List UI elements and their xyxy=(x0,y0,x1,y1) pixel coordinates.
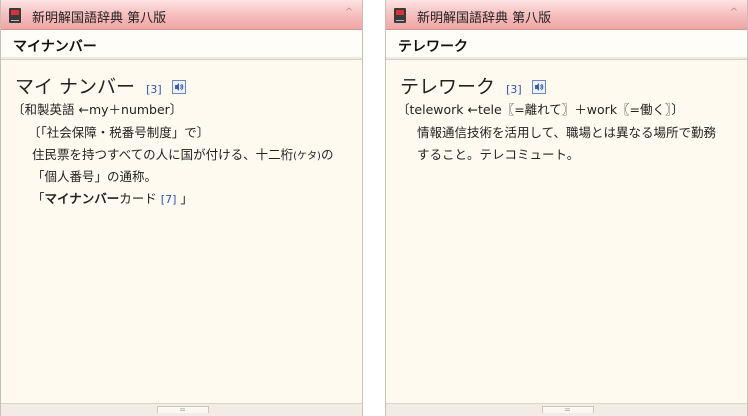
audio-play-icon[interactable] xyxy=(171,80,186,94)
headword-bar: テレワーク xyxy=(386,30,747,60)
app-title: 新明解国語辞典 第八版 xyxy=(32,11,167,26)
collapse-button[interactable]: ^ xyxy=(727,6,741,20)
definition-line-1: 情報通信技術を活用して、職場とは異なる場所で勤務 xyxy=(417,125,717,140)
etymology: 〔telework ←tele〖=離れて〗＋work〖=働く〗〕 xyxy=(397,102,684,117)
usage-note: 〔「社会保障・税番号制度」で〕 xyxy=(28,125,210,140)
dictionary-book-icon xyxy=(394,8,406,23)
definition-line-2: 「個人番号」の通称。 xyxy=(32,169,158,184)
reading: (ケタ) xyxy=(293,151,321,162)
audio-play-icon[interactable] xyxy=(531,80,546,94)
definition-line-2: すること。テレコミュート。 xyxy=(417,147,580,162)
resize-bar[interactable]: = xyxy=(386,403,747,416)
headword-bar: マイナンバー xyxy=(1,30,362,60)
headword-label: テレワーク xyxy=(398,39,468,55)
definition-line-1: 住民票を持つすべての人に国が付ける、十二桁(ケタ)の xyxy=(32,147,334,162)
entry-word: テレワーク xyxy=(400,76,496,98)
collapse-button[interactable]: ^ xyxy=(342,6,356,20)
entry-word: マイ ナンバー xyxy=(15,76,136,98)
example-headword: マイナンバー xyxy=(44,191,120,206)
resize-bar[interactable]: = xyxy=(1,403,362,416)
app-title: 新明解国語辞典 第八版 xyxy=(417,11,552,26)
dictionary-panel-right: 新明解国語辞典 第八版 ^ テレワーク テレワーク [3] 〔telework … xyxy=(385,0,748,416)
entry-content: テレワーク [3] 〔telework ←tele〖=離れて〗＋work〖=働く… xyxy=(386,61,747,404)
resize-grip[interactable]: = xyxy=(541,406,594,414)
dictionary-book-icon xyxy=(9,8,21,23)
dictionary-panel-left: 新明解国語辞典 第八版 ^ マイナンバー マイ ナンバー [3] 〔和製英語 ←… xyxy=(0,0,363,416)
resize-grip[interactable]: = xyxy=(156,406,209,414)
example-reference-link[interactable]: [7] xyxy=(161,193,177,206)
entry-heading: マイ ナンバー [3] xyxy=(15,72,186,99)
headword-label: マイナンバー xyxy=(13,39,97,55)
example: 「マイナンバーカード [7] 」 xyxy=(32,191,193,206)
etymology: 〔和製英語 ←my＋number〕 xyxy=(12,102,183,117)
reference-link[interactable]: [3] xyxy=(146,83,162,96)
entry-heading: テレワーク [3] xyxy=(400,72,546,99)
title-bar[interactable]: 新明解国語辞典 第八版 ^ xyxy=(1,0,362,30)
title-bar[interactable]: 新明解国語辞典 第八版 ^ xyxy=(386,0,747,30)
reference-link[interactable]: [3] xyxy=(506,83,522,96)
entry-content: マイ ナンバー [3] 〔和製英語 ←my＋number〕 〔「社会保障・税番号… xyxy=(1,61,362,404)
